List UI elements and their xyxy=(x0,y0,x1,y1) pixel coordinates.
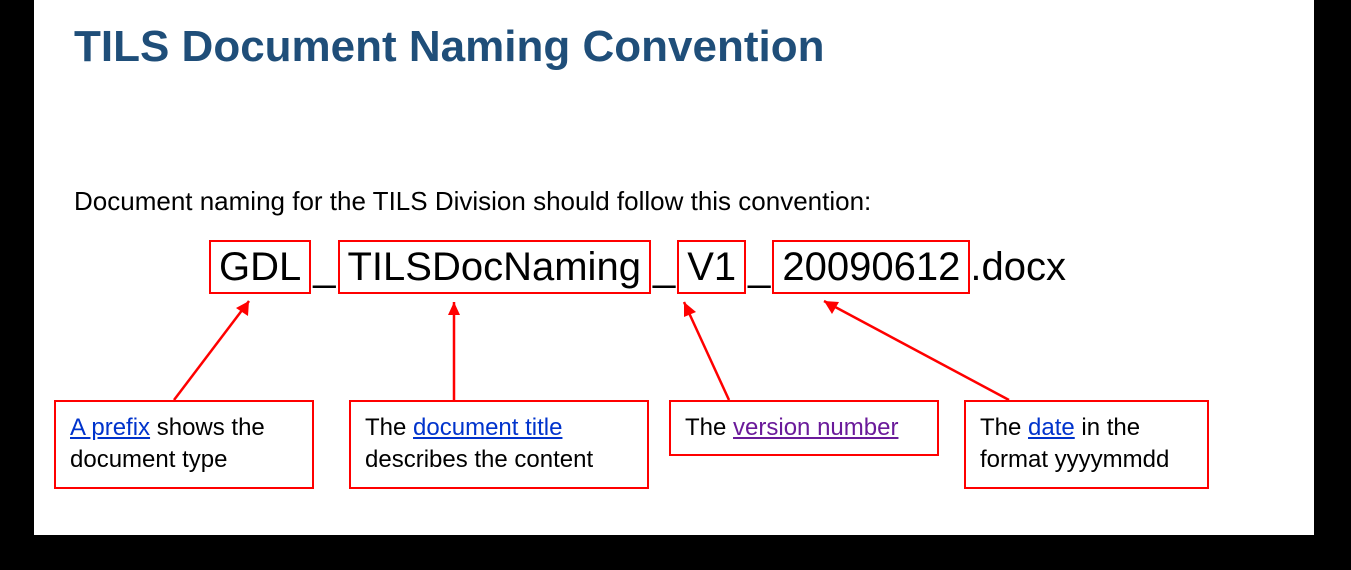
filename-title-box: TILSDocNaming xyxy=(338,240,651,294)
callout-date-link[interactable]: date xyxy=(1028,414,1075,441)
callout-title-pre: The xyxy=(365,414,413,441)
intro-text: Document naming for the TILS Division sh… xyxy=(74,186,871,217)
separator: _ xyxy=(651,245,677,290)
page-title: TILS Document Naming Convention xyxy=(74,22,824,72)
separator: _ xyxy=(746,245,772,290)
callout-version: The version number xyxy=(669,400,939,456)
document-page: TILS Document Naming Convention Document… xyxy=(34,0,1314,535)
callout-title: The document title describes the content xyxy=(349,400,649,489)
callout-title-text: describes the content xyxy=(365,446,593,473)
callout-prefix-link[interactable]: A prefix xyxy=(70,414,150,441)
filename-example: GDL_TILSDocNaming_V1_20090612.docx xyxy=(209,240,1066,294)
callout-prefix: A prefix shows the document type xyxy=(54,400,314,489)
filename-extension: .docx xyxy=(970,245,1066,290)
separator: _ xyxy=(311,245,337,290)
callout-title-link[interactable]: document title xyxy=(413,414,562,441)
callout-version-pre: The xyxy=(685,414,733,441)
filename-version-box: V1 xyxy=(677,240,746,294)
filename-date-box: 20090612 xyxy=(772,240,970,294)
callout-date: The date in the format yyyymmdd xyxy=(964,400,1209,489)
callout-date-pre: The xyxy=(980,414,1028,441)
filename-prefix-box: GDL xyxy=(209,240,311,294)
callout-version-link[interactable]: version number xyxy=(733,414,898,441)
